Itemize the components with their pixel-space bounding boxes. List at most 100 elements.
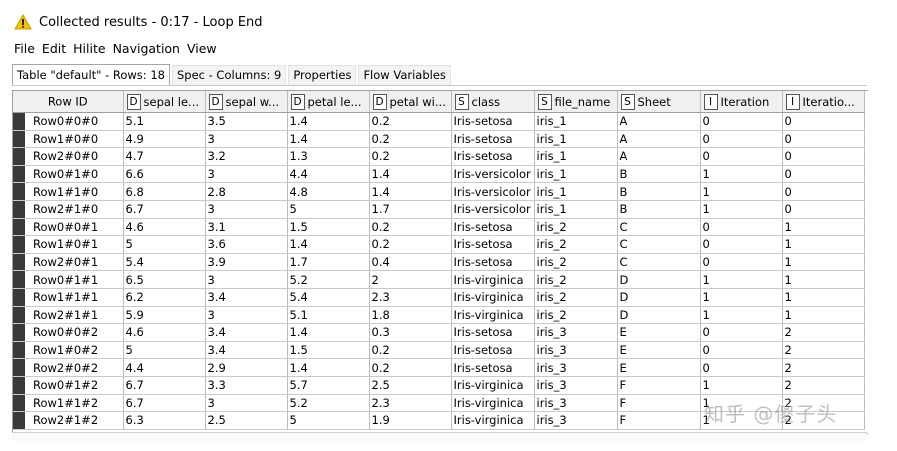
row-id-cell[interactable]: Row0#1#1 (13, 270, 124, 289)
column-header[interactable]: Dpetal wi... (369, 91, 452, 113)
row-id-cell[interactable]: Row2#1#0 (13, 200, 124, 219)
row-id-cell[interactable]: Row1#1#1 (13, 288, 124, 307)
table-cell[interactable]: 0 (700, 253, 783, 272)
table-cell[interactable]: D (617, 288, 701, 307)
table-cell[interactable]: 0 (782, 130, 865, 149)
table-cell[interactable]: 4.6 (123, 323, 206, 342)
table-cell[interactable]: 1 (700, 200, 783, 219)
table-row[interactable]: Row1#0#2 5 3.4 1.5 0.2 Iris-setosa iris_3 E 0 2 (13, 341, 865, 360)
table-cell[interactable]: A (617, 130, 701, 149)
table-cell[interactable]: 1.9 (369, 411, 452, 430)
table-cell[interactable]: 4.7 (123, 147, 206, 166)
table-cell[interactable]: Iris-setosa (451, 323, 535, 342)
table-cell[interactable]: 2.3 (369, 394, 452, 413)
table-cell[interactable]: 1.5 (287, 218, 370, 237)
table-cell[interactable]: 1.4 (369, 165, 452, 184)
table-cell[interactable]: F (617, 394, 701, 413)
table-cell[interactable]: 6.7 (123, 200, 206, 219)
table-cell[interactable]: 1.5 (287, 341, 370, 360)
table-cell[interactable]: Iris-virginica (451, 394, 535, 413)
table-cell[interactable]: 5.2 (287, 270, 370, 289)
row-id-cell[interactable]: Row2#0#1 (13, 253, 124, 272)
tab-properties[interactable]: Properties (288, 65, 357, 85)
table-cell[interactable]: iris_1 (534, 130, 618, 149)
table-cell[interactable]: E (617, 323, 701, 342)
horizontal-scrollbar[interactable] (12, 432, 867, 441)
table-cell[interactable]: 0.2 (369, 341, 452, 360)
table-cell[interactable]: 1.4 (287, 130, 370, 149)
table-cell[interactable]: 5.7 (287, 376, 370, 395)
table-cell[interactable]: 2 (782, 358, 865, 377)
table-cell[interactable]: 5.4 (123, 253, 206, 272)
table-cell[interactable]: iris_1 (534, 147, 618, 166)
table-row[interactable]: Row0#0#1 4.6 3.1 1.5 0.2 Iris-setosa iris_2 C 0 1 (13, 218, 865, 237)
menu-navigation[interactable]: Navigation (113, 41, 180, 56)
table-cell[interactable]: 0.2 (369, 235, 452, 254)
table-row[interactable]: Row0#1#1 6.5 3 5.2 2 Iris-virginica iris_2 D 1 1 (13, 270, 865, 289)
table-cell[interactable]: 0.2 (369, 218, 452, 237)
table-cell[interactable]: 0.2 (369, 130, 452, 149)
row-id-cell[interactable]: Row2#0#0 (13, 147, 124, 166)
table-cell[interactable]: 0 (700, 130, 783, 149)
table-cell[interactable]: B (617, 165, 701, 184)
menu-hilite[interactable]: Hilite (73, 41, 105, 56)
table-cell[interactable]: 1.4 (287, 235, 370, 254)
table-cell[interactable]: iris_1 (534, 182, 618, 201)
table-cell[interactable]: 1.4 (287, 358, 370, 377)
menu-edit[interactable]: Edit (42, 41, 66, 56)
menu-view[interactable]: View (187, 41, 217, 56)
column-header[interactable]: I Iteration (700, 91, 783, 113)
table-cell[interactable]: 3 (205, 394, 288, 413)
table-cell[interactable]: 0 (782, 165, 865, 184)
row-id-cell[interactable]: Row0#1#0 (13, 165, 124, 184)
table-cell[interactable]: Iris-setosa (451, 112, 535, 131)
table-row[interactable]: Row0#1#0 6.6 3 4.4 1.4 Iris-versicolor iris_1 B… (13, 165, 865, 184)
table-row[interactable]: Row0#0#2 4.6 3.4 1.4 0.3 Iris-setosa iris_3 E 0 2 (13, 323, 865, 342)
table-cell[interactable]: 2 (369, 270, 452, 289)
table-cell[interactable]: iris_1 (534, 165, 618, 184)
row-id-cell[interactable]: Row2#1#1 (13, 306, 124, 325)
table-cell[interactable]: 6.7 (123, 394, 206, 413)
table-cell[interactable]: 0 (782, 200, 865, 219)
table-cell[interactable]: A (617, 147, 701, 166)
table-cell[interactable]: iris_3 (534, 394, 618, 413)
table-cell[interactable]: 1 (782, 306, 865, 325)
table-cell[interactable]: 3.4 (205, 288, 288, 307)
table-cell[interactable]: 0 (700, 235, 783, 254)
table-cell[interactable]: Iris-setosa (451, 147, 535, 166)
table-cell[interactable]: 4.9 (123, 130, 206, 149)
table-cell[interactable]: 5 (123, 341, 206, 360)
table-cell[interactable]: Iris-virginica (451, 411, 535, 430)
table-cell[interactable]: 2.9 (205, 358, 288, 377)
table-cell[interactable]: 5.4 (287, 288, 370, 307)
table-cell[interactable]: 1.8 (369, 306, 452, 325)
table-row[interactable]: Row2#1#0 6.7 3 5 1.7 Iris-versicolor iris_1 B 1 0 (13, 200, 865, 219)
table-cell[interactable]: 5 (287, 411, 370, 430)
table-cell[interactable]: iris_2 (534, 306, 618, 325)
table-cell[interactable]: 2.8 (205, 182, 288, 201)
table-cell[interactable]: 0.2 (369, 358, 452, 377)
table-cell[interactable]: 2 (782, 323, 865, 342)
row-id-cell[interactable]: Row1#0#1 (13, 235, 124, 254)
row-id-cell[interactable]: Row1#0#0 (13, 130, 124, 149)
table-cell[interactable]: 0 (700, 323, 783, 342)
table-cell[interactable]: 3.2 (205, 147, 288, 166)
table-cell[interactable]: 3.1 (205, 218, 288, 237)
table-cell[interactable]: 2.5 (205, 411, 288, 430)
table-cell[interactable]: iris_3 (534, 376, 618, 395)
table-cell[interactable]: 1 (700, 165, 783, 184)
table-cell[interactable]: 5 (287, 200, 370, 219)
table-cell[interactable]: Iris-setosa (451, 130, 535, 149)
row-id-cell[interactable]: Row1#1#0 (13, 182, 124, 201)
row-id-cell[interactable]: Row0#1#2 (13, 376, 124, 395)
table-cell[interactable]: Iris-virginica (451, 288, 535, 307)
table-cell[interactable]: 1.7 (369, 200, 452, 219)
table-cell[interactable]: 5.1 (123, 112, 206, 131)
table-row[interactable]: Row1#1#1 6.2 3.4 5.4 2.3 Iris-virginica iris_2… (13, 288, 865, 307)
table-cell[interactable]: 1 (782, 235, 865, 254)
table-row[interactable]: Row2#1#1 5.9 3 5.1 1.8 Iris-virginica iris_2 D 1… (13, 306, 865, 325)
row-id-cell[interactable]: Row0#0#0 (13, 112, 124, 131)
table-cell[interactable]: Iris-versicolor (451, 182, 535, 201)
table-cell[interactable]: E (617, 341, 701, 360)
table-cell[interactable]: iris_3 (534, 341, 618, 360)
